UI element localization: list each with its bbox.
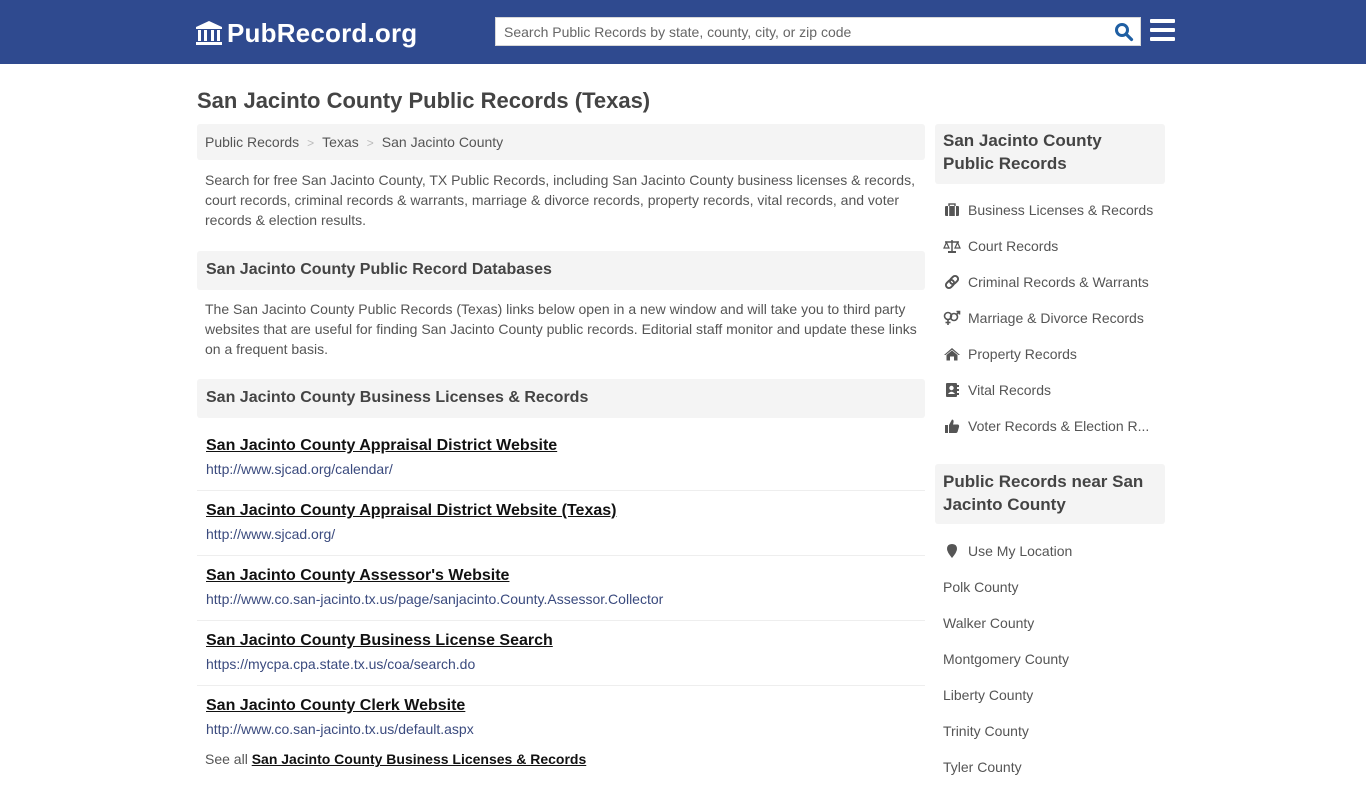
list-item: San Jacinto County Clerk Website http://… [197,686,925,751]
record-link-title[interactable]: San Jacinto County Clerk Website [206,696,916,716]
map-marker-icon [943,543,961,559]
sidebar-item-label: Business Licenses & Records [968,202,1154,218]
sidebar-item-label: Criminal Records & Warrants [968,274,1149,290]
breadcrumb: Public Records > Texas > San Jacinto County [197,124,925,160]
thumbs-up-icon [943,418,961,434]
list-item: San Jacinto County Assessor's Website ht… [197,556,925,621]
business-links-list: San Jacinto County Appraisal District We… [197,426,925,751]
breadcrumb-separator: > [366,136,374,150]
record-link-title[interactable]: San Jacinto County Appraisal District We… [206,501,916,521]
sidebar-item-label: Vital Records [968,382,1052,398]
record-link-url[interactable]: https://mycpa.cpa.state.tx.us/coa/search… [206,656,916,672]
list-item: San Jacinto County Appraisal District We… [197,491,925,556]
sidebar-item-label: Voter Records & Election R... [968,418,1150,434]
top-navbar: PubRecord.org [0,0,1366,64]
nearby-county-link[interactable]: Trinity County [943,713,1165,749]
nearby-county-link[interactable]: Polk County [943,569,1165,605]
see-all-prefix: See all [205,751,248,767]
search-icon[interactable] [1114,22,1134,42]
record-link-title[interactable]: San Jacinto County Appraisal District We… [206,436,916,456]
list-item: San Jacinto County Business License Sear… [197,621,925,686]
link-icon [943,274,961,290]
record-link-title[interactable]: San Jacinto County Assessor's Website [206,566,916,586]
home-icon [943,346,961,362]
databases-description: The San Jacinto County Public Records (T… [205,301,917,357]
nearby-county-link[interactable]: Liberty County [943,677,1165,713]
use-my-location-button[interactable]: Use My Location [943,533,1165,569]
scales-icon [943,238,961,254]
sidebar-nearby-list: Use My Location Polk County Walker Count… [943,533,1165,785]
see-all-link[interactable]: San Jacinto County Business Licenses & R… [252,751,587,767]
record-link-url[interactable]: http://www.sjcad.org/calendar/ [206,461,916,477]
sidebar-item-vital[interactable]: Vital Records [943,372,1165,408]
sidebar-item-label: Marriage & Divorce Records [968,310,1144,326]
intro-text: Search for free San Jacinto County, TX P… [205,172,915,228]
see-all-row: See all San Jacinto County Business Lice… [205,751,586,767]
briefcase-icon [943,202,961,218]
page-title: San Jacinto County Public Records (Texas… [197,88,651,113]
sidebar-item-property[interactable]: Property Records [943,336,1165,372]
record-link-url[interactable]: http://www.sjcad.org/ [206,526,916,542]
sidebar-records-heading: San Jacinto County Public Records [935,124,1165,184]
nearby-county-link[interactable]: Montgomery County [943,641,1165,677]
sidebar-records-list: Business Licenses & Records Court Record… [943,192,1165,444]
breadcrumb-current: San Jacinto County [381,134,504,150]
address-book-icon [943,382,961,398]
use-my-location-label: Use My Location [968,543,1073,559]
business-heading: San Jacinto County Business Licenses & R… [197,379,925,418]
sidebar-item-criminal[interactable]: Criminal Records & Warrants [943,264,1165,300]
sidebar-item-business[interactable]: Business Licenses & Records [943,192,1165,228]
record-link-url[interactable]: http://www.co.san-jacinto.tx.us/default.… [206,721,916,737]
sidebar-item-label: Court Records [968,238,1059,254]
breadcrumb-separator: > [307,136,315,150]
sidebar-item-court[interactable]: Court Records [943,228,1165,264]
sidebar-item-marriage[interactable]: Marriage & Divorce Records [943,300,1165,336]
record-link-url[interactable]: http://www.co.san-jacinto.tx.us/page/san… [206,591,916,607]
record-link-title[interactable]: San Jacinto County Business License Sear… [206,631,916,651]
list-item: San Jacinto County Appraisal District We… [197,426,925,491]
breadcrumb-texas[interactable]: Texas [322,134,359,150]
breadcrumb-public-records[interactable]: Public Records [205,134,299,150]
gender-icon [943,310,961,326]
sidebar-nearby-heading: Public Records near San Jacinto County [935,464,1165,524]
nearby-county-link[interactable]: Walker County [943,605,1165,641]
site-logo[interactable]: PubRecord.org [195,18,417,48]
nearby-county-link[interactable]: Tyler County [943,749,1165,785]
courthouse-icon [196,21,222,45]
sidebar-item-label: Property Records [968,346,1077,362]
sidebar-item-voter[interactable]: Voter Records & Election R... [943,408,1165,444]
search-input[interactable] [496,18,1106,45]
hamburger-menu-icon[interactable] [1150,19,1175,42]
search-bar [495,17,1141,46]
databases-heading: San Jacinto County Public Record Databas… [197,251,925,290]
logo-text: PubRecord.org [227,18,418,48]
